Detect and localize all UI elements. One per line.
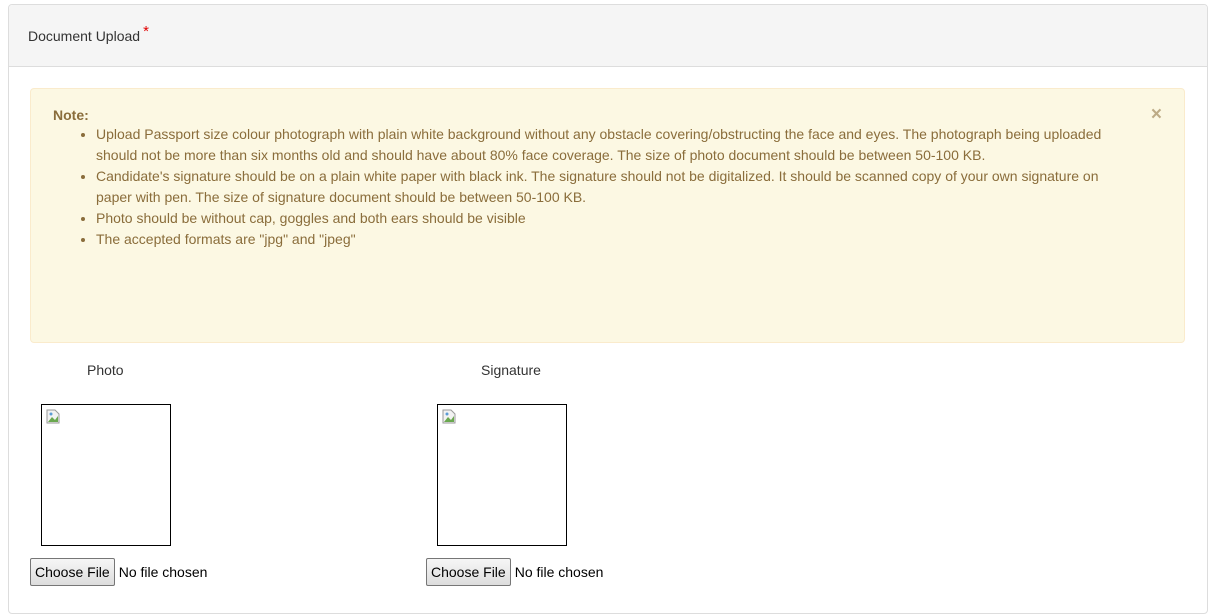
note-item: Candidate's signature should be on a pla… (96, 166, 1136, 208)
close-icon[interactable]: × (1151, 105, 1162, 124)
photo-label: Photo (87, 362, 124, 378)
note-item: The accepted formats are "jpg" and "jpeg… (96, 229, 1136, 250)
panel-heading: Document Upload * (9, 5, 1207, 67)
note-item: Upload Passport size colour photograph w… (96, 124, 1136, 166)
photo-file-status: No file chosen (118, 564, 208, 580)
signature-preview (437, 404, 567, 546)
note-item: Photo should be without cap, goggles and… (96, 208, 1136, 229)
photo-preview (41, 404, 171, 546)
document-upload-panel: Document Upload * Note: × Upload Passpor… (8, 4, 1208, 614)
note-title: Note: (53, 107, 89, 123)
note-alert: Note: × Upload Passport size colour phot… (30, 88, 1185, 343)
photo-choose-file-button[interactable]: Choose File (30, 558, 115, 586)
signature-choose-file-button[interactable]: Choose File (426, 558, 511, 586)
photo-file-input: Choose File No file chosen (30, 558, 207, 586)
broken-image-icon (46, 409, 60, 424)
signature-label: Signature (481, 362, 541, 378)
broken-image-icon (442, 409, 456, 424)
signature-file-input: Choose File No file chosen (426, 558, 603, 586)
required-marker: * (143, 23, 149, 40)
signature-file-status: No file chosen (514, 564, 604, 580)
panel-title: Document Upload (28, 27, 141, 44)
note-list: Upload Passport size colour photograph w… (76, 124, 1136, 250)
